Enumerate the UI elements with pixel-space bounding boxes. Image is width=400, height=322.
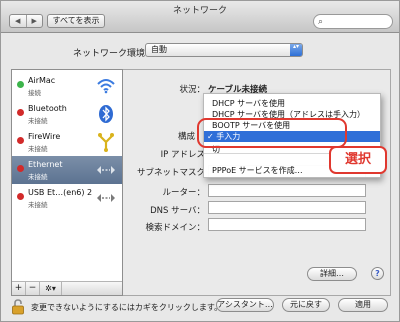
service-status: 未接続: [28, 201, 48, 209]
help-button[interactable]: ?: [371, 267, 384, 280]
service-name: AirMac: [28, 76, 56, 85]
dns-server-field[interactable]: [208, 201, 366, 214]
service-list: AirMac 接続 Bluetooth 未接続 FireWire 未接続 Eth…: [11, 69, 123, 296]
service-status: 未接続: [28, 145, 48, 153]
search-domain-label: 検索ドメイン：: [145, 223, 205, 233]
service-name: Ethernet: [28, 160, 63, 169]
wifi-icon: [96, 76, 116, 96]
select-arrows-icon: ▴▾: [290, 44, 302, 56]
service-status: 接続: [28, 89, 41, 97]
location-value: 自動: [151, 45, 167, 54]
service-item-ethernet[interactable]: Ethernet 未接続: [12, 156, 122, 184]
location-label: ネットワーク環境：: [73, 49, 155, 59]
add-service-button[interactable]: +: [12, 282, 26, 295]
status-dot: [17, 109, 24, 116]
service-status: 未接続: [28, 117, 48, 125]
forward-icon[interactable]: ▶: [27, 15, 43, 27]
ethernet-icon: [96, 188, 116, 208]
service-item-airmac[interactable]: AirMac 接続: [12, 72, 122, 100]
select-callout-annotation: 選択: [329, 146, 387, 174]
revert-button[interactable]: 元に戻す: [282, 298, 330, 312]
apply-button[interactable]: 適用: [338, 298, 388, 312]
service-status: 未接続: [28, 173, 48, 181]
service-list-controls: + − ✲▾: [12, 281, 122, 295]
title-bar: ネットワーク ◀ ▶ すべてを表示 ⌕: [1, 1, 399, 33]
gear-icon[interactable]: ✲▾: [40, 282, 62, 295]
router-field[interactable]: [208, 184, 366, 197]
service-name: FireWire: [28, 132, 61, 141]
service-item-bluetooth[interactable]: Bluetooth 未接続: [12, 100, 122, 128]
menu-item-dhcp[interactable]: DHCP サーバを使用: [204, 98, 380, 109]
back-icon[interactable]: ◀: [10, 15, 27, 27]
service-item-firewire[interactable]: FireWire 未接続: [12, 128, 122, 156]
selection-highlight-annotation: [197, 118, 347, 148]
ip-address-label: IP アドレス: [160, 150, 205, 160]
search-icon: ⌕: [318, 17, 324, 27]
service-name: USB Et…(en6) 2: [28, 188, 93, 197]
show-all-button[interactable]: すべてを表示: [47, 14, 105, 28]
firewire-icon: [96, 132, 116, 152]
status-dot: [17, 165, 24, 172]
status-dot: [17, 81, 24, 88]
lock-message: 変更できないようにするにはカギをクリックします。: [31, 303, 223, 312]
status-label: 状況：: [179, 85, 205, 95]
service-name: Bluetooth: [28, 104, 67, 113]
subnet-mask-label: サブネットマスク: [136, 168, 205, 178]
assistant-button[interactable]: アシスタント…: [216, 298, 274, 312]
search-input[interactable]: ⌕: [313, 14, 393, 29]
status-dot: [17, 193, 24, 200]
location-select[interactable]: 自動 ▴▾: [145, 43, 303, 57]
remove-service-button[interactable]: −: [26, 282, 40, 295]
navigation-buttons: ◀ ▶: [9, 14, 43, 28]
network-preferences-window: ネットワーク ◀ ▶ すべてを表示 ⌕ ネットワーク環境： 自動 ▴▾ AirM…: [0, 0, 400, 322]
status-dot: [17, 137, 24, 144]
router-label: ルーター：: [162, 188, 205, 198]
dns-server-label: DNS サーバ：: [150, 206, 205, 216]
config-label: 構成: [177, 132, 195, 142]
ethernet-icon: [96, 160, 116, 180]
bluetooth-icon: [96, 104, 116, 124]
search-domain-field[interactable]: [208, 218, 366, 231]
lock-icon[interactable]: [11, 299, 25, 315]
service-item-usb-ethernet[interactable]: USB Et…(en6) 2 未接続: [12, 184, 122, 212]
advanced-button[interactable]: 詳細…: [307, 267, 357, 281]
